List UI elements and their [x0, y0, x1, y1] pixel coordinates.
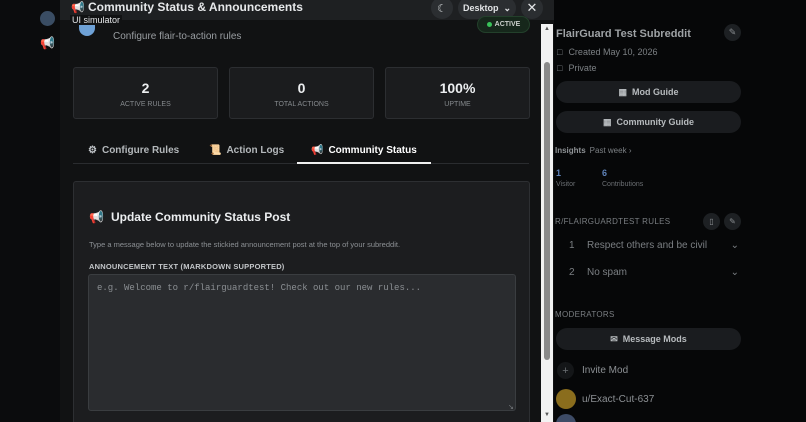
scrollbar-thumb[interactable]	[544, 62, 550, 360]
created-date: □ Created May 10, 2026	[557, 47, 658, 57]
scroll-up-arrow-icon[interactable]: ▲	[544, 26, 550, 32]
privacy-status: □ Private	[557, 63, 597, 73]
megaphone-icon: 📢	[40, 36, 55, 50]
ui-simulator-label: UI simulator	[70, 15, 123, 25]
announcement-label: ANNOUNCEMENT TEXT (MARKDOWN SUPPORTED)	[89, 262, 285, 271]
rule-item[interactable]: 1 Respect others and be civil ⌄	[569, 240, 739, 251]
scroll-icon: 📜	[209, 145, 222, 156]
contributions-label: Contributions	[602, 181, 644, 188]
stat-total-actions: 0 TOTAL ACTIONS	[229, 67, 374, 119]
edit-icon[interactable]: ✎	[724, 24, 741, 41]
chevron-down-icon: ⌄	[730, 240, 739, 251]
modal-title: Community Status & Announcements	[88, 0, 303, 14]
subreddit-title: FlairGuard Test Subreddit	[556, 28, 691, 40]
tab-bar: ⚙ Configure Rules 📜 Action Logs 📢 Community…	[73, 138, 529, 164]
edit-icon[interactable]: ✎	[724, 213, 741, 230]
stat-active-rules: 2 ACTIVE RULES	[73, 67, 218, 119]
status-badge: ACTIVE	[477, 16, 530, 33]
scroll-down-arrow-icon[interactable]: ▼	[544, 412, 550, 418]
rules-heading: R/FLAIRGUARDTEST RULES	[555, 217, 671, 226]
close-icon: ✕	[526, 0, 538, 15]
community-guide-button[interactable]: ▦ Community Guide	[556, 111, 741, 133]
megaphone-icon: 📢	[311, 144, 324, 156]
ui-simulator-modal: 📢 Community Status & Announcements ☾ Des…	[60, 0, 554, 422]
resize-grip-icon[interactable]: ↘	[508, 403, 514, 411]
contributions-count: 6	[602, 168, 608, 178]
chevron-down-icon: ⌄	[503, 2, 512, 13]
status-dot	[486, 22, 492, 27]
megaphone-icon: 📢	[89, 210, 104, 224]
gear-icon: ⚙	[88, 145, 97, 156]
avatar	[556, 389, 576, 409]
visitors-label: Visitor	[556, 181, 576, 188]
book-icon: ▦	[602, 116, 612, 127]
card-description: Type a message below to update the stick…	[89, 240, 401, 249]
tab-action-logs[interactable]: 📜 Action Logs	[209, 138, 284, 163]
tab-configure-rules[interactable]: ⚙ Configure Rules	[88, 138, 179, 163]
mail-icon: ✉	[610, 333, 618, 344]
cake-icon: □	[557, 47, 563, 57]
insights-row[interactable]: Insights Past week ›	[555, 146, 631, 155]
mod-guide-button[interactable]: ▦ Mod Guide	[556, 81, 741, 103]
stat-uptime: 100% UPTIME	[385, 67, 530, 119]
chevron-right-icon: ›	[628, 146, 632, 155]
megaphone-icon: 📢	[71, 2, 85, 14]
visitors-count: 1	[556, 168, 562, 178]
moderator-item[interactable]: u/Exact-Cut-637	[556, 389, 654, 409]
rule-item[interactable]: 2 No spam ⌄	[569, 267, 739, 278]
announcement-textarea[interactable]	[88, 274, 516, 411]
book-icon: ▦	[618, 86, 627, 97]
user-avatar	[40, 11, 55, 26]
plus-icon: +	[557, 362, 574, 379]
lock-icon: □	[557, 63, 563, 73]
moderators-heading: MODERATORS	[555, 310, 615, 319]
tab-community-status[interactable]: 📢 Community Status	[297, 138, 431, 164]
card-title: 📢 Update Community Status Post	[89, 210, 291, 224]
status-post-card: 📢 Update Community Status Post Type a mes…	[73, 181, 530, 422]
invite-mod-button[interactable]: + Invite Mod	[557, 362, 628, 379]
trash-icon[interactable]: ▯	[703, 213, 720, 230]
app-subtitle: Configure flair-to-action rules	[113, 31, 242, 42]
chevron-down-icon: ⌄	[730, 267, 739, 278]
background-left-nav	[0, 0, 64, 422]
message-mods-button[interactable]: ✉ Message Mods	[556, 328, 741, 350]
